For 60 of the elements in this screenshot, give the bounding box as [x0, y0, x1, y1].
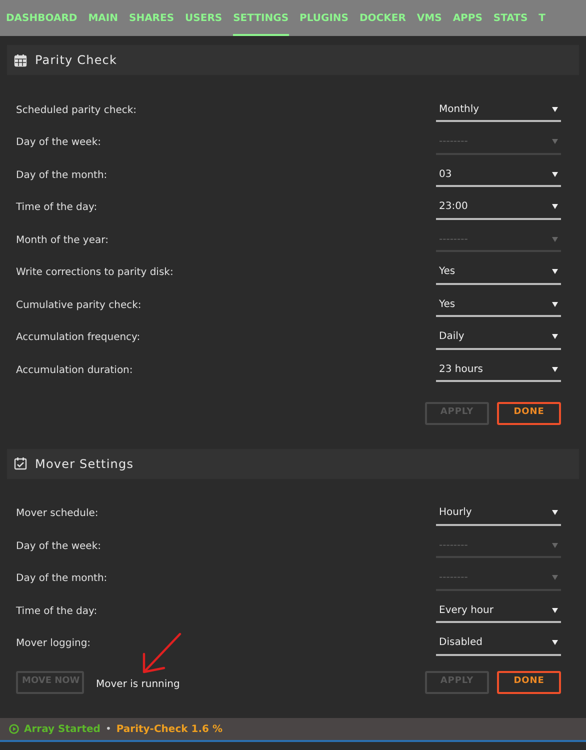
nav-tab[interactable]: PLUGINS [300, 0, 348, 36]
field-label: Day of the month: [16, 168, 108, 183]
field-label: Mover schedule: [16, 507, 98, 522]
field-label: Accumulation frequency: [16, 331, 140, 346]
nav-tab[interactable]: SETTINGS [233, 0, 289, 36]
caret-icon [552, 139, 558, 144]
calendar-check-icon [14, 457, 27, 470]
field-label: Write corrections to parity disk: [16, 266, 174, 280]
field-label: Scheduled parity check: [16, 104, 137, 118]
caret-icon [552, 366, 558, 372]
caret-icon [552, 302, 558, 307]
done-button[interactable]: DONE [497, 670, 561, 694]
dropdown-select[interactable]: Every hour [436, 599, 561, 624]
dropdown-select[interactable]: 03 [436, 163, 561, 188]
field-label: Month of the year: [16, 234, 108, 248]
nav-tab[interactable]: SHARES [129, 0, 174, 36]
caret-icon [552, 608, 558, 613]
field-label: Day of the week: [16, 540, 101, 554]
caret-icon [552, 172, 558, 177]
dropdown-select[interactable]: 23:00 [436, 196, 561, 220]
caret-icon [552, 236, 558, 242]
caret-icon [552, 640, 558, 646]
caret-icon [552, 510, 558, 516]
caret-icon [552, 204, 558, 210]
dropdown-select[interactable]: Disabled [436, 632, 561, 656]
calendar-icon [14, 54, 27, 66]
field-label: Day of the week: [16, 136, 101, 150]
caret-icon [552, 575, 558, 580]
nav-tab[interactable]: DASHBOARD [6, 0, 78, 36]
array-status: Array Started [24, 722, 100, 736]
caret-icon [552, 334, 558, 340]
nav-tab[interactable]: VMS [416, 0, 442, 36]
field-label: Accumulation duration: [16, 364, 133, 378]
dropdown-select[interactable]: Hourly [436, 502, 561, 526]
nav-tab[interactable]: MAIN [88, 0, 118, 36]
field-label: Day of the month: [16, 572, 108, 586]
section-title: Mover Settings [35, 456, 134, 472]
caret-icon [552, 542, 558, 548]
dropdown-select[interactable]: Daily [436, 326, 561, 350]
dropdown-select[interactable]: Yes [436, 293, 561, 318]
nav-tab[interactable]: APPS [452, 0, 482, 36]
dropdown-select[interactable]: Yes [436, 260, 561, 285]
nav-tab[interactable]: T [538, 0, 546, 36]
separator-dot: • [105, 722, 112, 736]
nav-tab[interactable]: STATS [493, 0, 528, 36]
nav-tab[interactable]: DOCKER [359, 0, 406, 36]
caret-icon [552, 106, 558, 112]
mover-status-text: Mover is running [96, 679, 180, 690]
parity-status: Parity-Check 1.6 % [116, 722, 222, 736]
field-label: Cumulative parity check: [16, 298, 142, 313]
caret-icon [552, 269, 558, 274]
play-icon [9, 724, 19, 734]
nav-tab[interactable]: USERS [185, 0, 222, 36]
field-label: Time of the day: [16, 201, 98, 216]
dropdown-select[interactable]: Monthly [436, 98, 561, 122]
section-title: Parity Check [35, 52, 118, 69]
field-label: Mover logging: [16, 637, 91, 652]
dropdown-select[interactable]: 23 hours [436, 358, 561, 382]
done-button[interactable]: DONE [497, 402, 561, 424]
field-label: Time of the day: [16, 604, 98, 619]
